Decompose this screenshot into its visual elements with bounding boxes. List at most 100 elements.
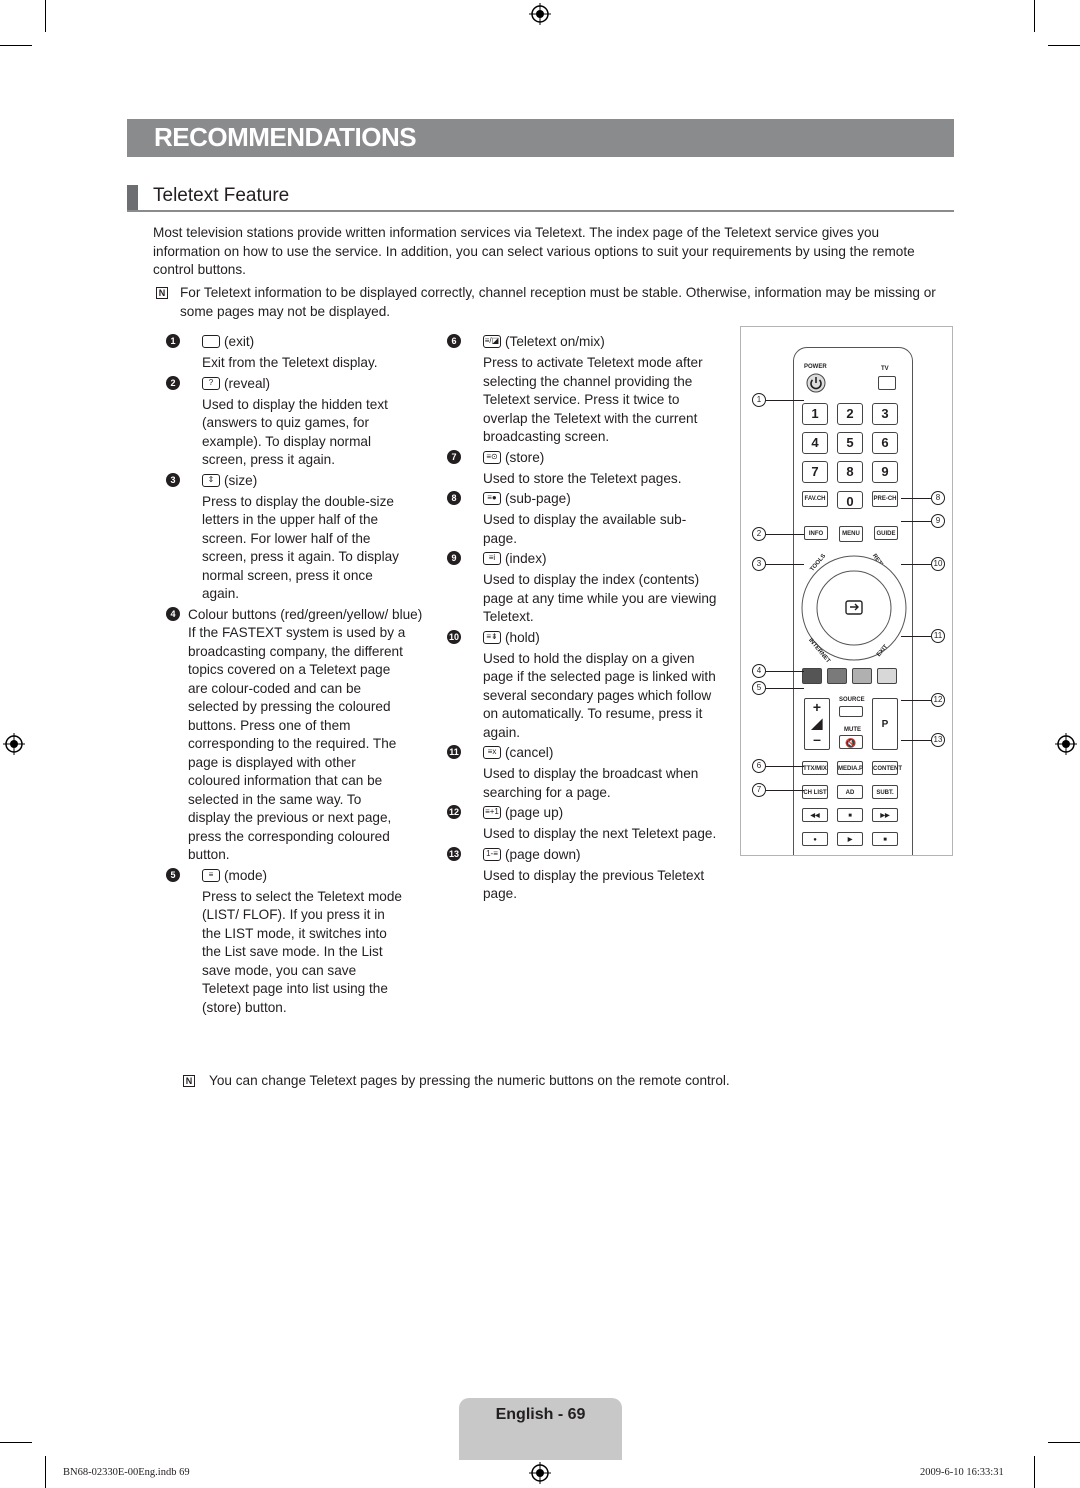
item-description: Used to display the previous Teletext pa… [483, 867, 705, 902]
channel-rocker: P [872, 698, 898, 750]
digit-button: 1 [802, 403, 828, 425]
callout-line [766, 534, 804, 535]
item-number: 9 [447, 551, 461, 565]
callout-number: 13 [931, 733, 945, 747]
play-button: ▶ [837, 832, 863, 846]
item-header: 10 ≡⇟ (hold) [447, 629, 717, 650]
callout-line [766, 790, 804, 791]
list-item: 13 1-≡ (page down) Used to display the prev… [447, 846, 717, 904]
button-label: (cancel) [505, 745, 554, 760]
rewind-button: ◀◀ [802, 808, 828, 822]
callout-number: 12 [931, 693, 945, 707]
button-label: (sub-page) [505, 491, 571, 506]
teletext-button-icon: ≡● [483, 492, 501, 505]
item-number: 10 [447, 629, 461, 644]
content-button: CONTENT [872, 761, 902, 775]
guide-button: GUIDE [874, 526, 898, 540]
item-description: Used to display the index (contents) pag… [483, 572, 717, 624]
mute-label: MUTE [844, 727, 861, 733]
registration-mark-icon [529, 1462, 551, 1484]
power-label: POWER [804, 364, 827, 370]
note-icon: N [183, 1075, 195, 1087]
page-label: English - 69 [495, 1406, 586, 1423]
button-label: (size) [224, 472, 258, 488]
item-header: 3 ⇕ (size) [166, 472, 406, 493]
crop-mark [0, 1442, 32, 1443]
fast-forward-button: ▶▶ [872, 808, 898, 822]
pre-ch-button: PRE-CH [872, 491, 898, 507]
registration-mark-icon [3, 733, 25, 755]
item-description: Used to store the Teletext pages. [483, 470, 682, 486]
callout-line [901, 700, 931, 701]
list-item: 11 ≡x (cancel) Used to display the broadcas… [447, 744, 717, 802]
colour-button [852, 668, 872, 684]
intro-paragraph: Most television stations provide written… [153, 225, 915, 277]
list-item: 12 ≡+1 (page up) Used to display the next T… [447, 804, 717, 844]
media-p-button: MEDIA.P [837, 761, 863, 775]
crop-mark [45, 0, 46, 32]
digit-button: 8 [837, 461, 863, 483]
item-number: 5 [166, 867, 180, 882]
registration-mark-icon [529, 3, 551, 25]
item-number: 13 [447, 846, 461, 861]
teletext-button-icon: ≡x [483, 746, 501, 759]
callout-line [766, 671, 804, 672]
left-column: 1 (exit) Exit from the Teletext display. 2?… [166, 333, 422, 1019]
teletext-button-icon: ? [202, 376, 220, 390]
section-divider [127, 210, 954, 212]
note-text: You can change Teletext pages by pressin… [209, 1073, 730, 1088]
callout-number: 10 [931, 557, 945, 571]
section-title: Teletext Feature [153, 185, 290, 206]
item-header: 6 ≡/◪ (Teletext on/mix) [447, 333, 717, 354]
list-item: 5 ≡ (mode) Press to select the Teletext mod… [166, 867, 406, 1018]
callout-number: 6 [752, 759, 766, 773]
callout-number: 4 [752, 664, 766, 678]
teletext-button-icon: ≡⇟ [483, 630, 501, 644]
crop-mark [0, 45, 32, 46]
record-button: ● [802, 832, 828, 846]
fav-ch-button: FAV.CH [802, 491, 828, 507]
item-header: 12 ≡+1 (page up) [447, 804, 717, 825]
source-button [839, 706, 863, 717]
chapter-banner: RECOMMENDATIONS [127, 119, 954, 157]
ad-button: AD [837, 785, 863, 799]
list-item: 2? (reveal) Used to display the hidden tex… [166, 375, 406, 470]
page-number-tab: English - 69 [459, 1398, 622, 1460]
digit-button: 4 [802, 432, 828, 454]
volume-rocker: + ◢ – [804, 698, 830, 750]
colour-button [802, 668, 822, 684]
item-header: 11 ≡x (cancel) [447, 744, 717, 765]
item-header: 4 Colour buttons (red/green/yellow/ blue) [166, 606, 422, 625]
ttx-mix-button: TTX/MIX [802, 761, 828, 775]
teletext-button-icon: ⇕ [202, 473, 220, 487]
item-description: Press to activate Teletext mode after se… [483, 355, 703, 444]
note-icon: N [156, 287, 168, 299]
ch-list-button: CH LIST [802, 785, 828, 799]
menu-button: MENU [839, 526, 863, 542]
item-number: 1 [166, 334, 180, 348]
item-description: Used to hold the display on a given page… [483, 650, 716, 740]
stop-button: ■ [872, 832, 898, 846]
callout-number: 3 [752, 557, 766, 571]
item-number: 12 [447, 805, 461, 819]
teletext-button-icon: ≡i [483, 552, 501, 565]
list-item: 7 ≡⊙ (store) Used to store the Teletext pag… [447, 449, 717, 489]
teletext-button-icon: 1-≡ [483, 847, 501, 861]
file-name: BN68-02330E-00Eng.indb 69 [63, 1467, 190, 1478]
item-header: 9 ≡i (index) [447, 550, 717, 571]
tv-label: TV [881, 366, 889, 372]
remote-control-illustration: POWER TV 123456789 FAV.CH 0 PRE-CH INFO … [740, 326, 953, 856]
item-number: 11 [447, 745, 461, 759]
callout-line [901, 740, 931, 741]
digit-button: 2 [837, 403, 863, 425]
item-description: Used to display the available sub-page. [483, 512, 687, 546]
tv-button [878, 376, 896, 390]
item-header: 2? (reveal) [166, 375, 406, 396]
zero-button: 0 [837, 491, 863, 509]
list-item: 4 Colour buttons (red/green/yellow/ blue)… [166, 606, 422, 865]
colour-button [877, 668, 897, 684]
callout-number: 1 [752, 393, 766, 407]
button-label: (store) [505, 449, 545, 465]
item-header: 1 (exit) [166, 333, 406, 354]
colour-button [827, 668, 847, 684]
